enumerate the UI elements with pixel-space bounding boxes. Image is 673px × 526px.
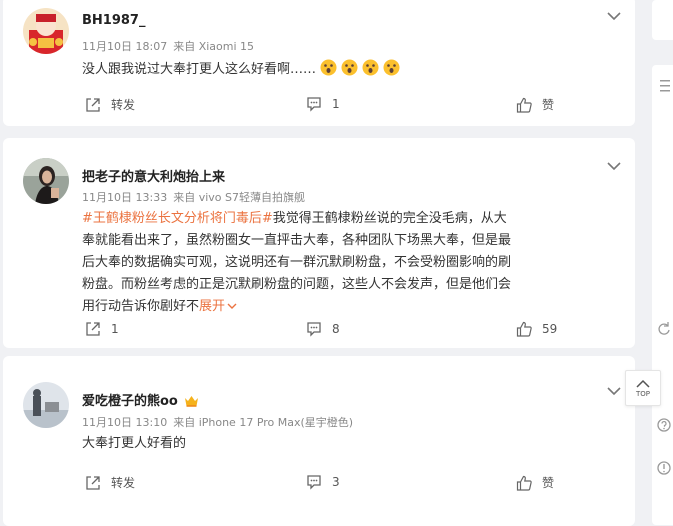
like-button[interactable]: 赞 (516, 474, 554, 491)
post-text: 没人跟我说过大奉打更人这么好看啊…… (82, 59, 512, 81)
action-bar: 转发 3 赞 (3, 474, 635, 494)
menu-icon[interactable] (656, 77, 672, 93)
action-bar: 转发 1 赞 (3, 96, 635, 116)
back-to-top-button[interactable]: TOP (625, 370, 661, 406)
thumbs-up-icon (516, 321, 532, 337)
action-bar: 1 8 59 (3, 321, 635, 341)
post-source: 来自 iPhone 17 Pro Max(星宇橙色) (173, 416, 354, 429)
post-card: 把老子的意大利炮抬上来 11月10日 13:33 来自 vivo S7轻薄自拍旗舰… (3, 138, 635, 348)
author-name-text: 爱吃橙子的熊oo (82, 394, 178, 409)
surprised-face-emoji-icon (362, 59, 379, 76)
avatar[interactable] (23, 8, 69, 54)
more-menu-icon[interactable] (607, 156, 621, 171)
post-time[interactable]: 11月10日 13:33 (82, 191, 167, 204)
avatar[interactable] (23, 158, 69, 204)
surprised-face-emoji-icon (320, 59, 337, 76)
refresh-icon[interactable] (656, 321, 672, 337)
surprised-face-emoji-icon (341, 59, 358, 76)
thumbs-up-icon (516, 475, 532, 491)
post-source: 来自 vivo S7轻薄自拍旗舰 (173, 191, 305, 204)
share-count: 1 (111, 322, 119, 336)
post-card: 爱吃橙子的熊oo 11月10日 13:10 来自 iPhone 17 Pro Ma… (3, 356, 635, 526)
author-name[interactable]: BH1987_ (82, 13, 145, 28)
post-meta: 11月10日 13:10 来自 iPhone 17 Pro Max(星宇橙色) (82, 414, 353, 430)
share-button[interactable]: 转发 (85, 474, 135, 491)
back-to-top-label: TOP (635, 389, 650, 398)
comment-button[interactable]: 8 (306, 321, 340, 337)
feedback-icon[interactable] (656, 460, 672, 476)
chevron-down-icon (227, 303, 237, 309)
like-button[interactable]: 赞 (516, 96, 554, 113)
post-time[interactable]: 11月10日 13:10 (82, 416, 167, 429)
post-body: 没人跟我说过大奉打更人这么好看啊…… (82, 62, 317, 77)
post-card: BH1987_ 11月10日 18:07 来自 Xiaomi 15 没人跟我说过大… (3, 0, 635, 126)
share-button[interactable]: 转发 (85, 96, 135, 113)
comment-count: 8 (332, 322, 340, 336)
like-button[interactable]: 59 (516, 321, 557, 337)
post-text: #王鹤棣粉丝长文分析将门毒后#我觉得王鹤棣粉丝说的完全没毛病，从大奉就能看出来了… (82, 208, 512, 318)
post-meta: 11月10日 13:33 来自 vivo S7轻薄自拍旗舰 (82, 189, 305, 205)
sidebar-panel (652, 65, 673, 525)
comment-count: 1 (332, 97, 340, 111)
arrow-up-icon (636, 379, 650, 388)
post-source: 来自 Xiaomi 15 (173, 40, 255, 53)
comment-icon (307, 475, 321, 490)
comment-button[interactable]: 3 (306, 474, 340, 490)
comment-icon (307, 97, 321, 112)
help-icon[interactable] (656, 417, 672, 433)
crown-badge-icon (184, 394, 199, 411)
more-menu-icon[interactable] (607, 6, 621, 21)
share-label: 转发 (111, 476, 136, 490)
more-menu-icon[interactable] (607, 381, 621, 396)
comment-icon (307, 322, 321, 337)
right-sidebar (652, 0, 673, 525)
post-body: 我觉得王鹤棣粉丝说的完全没毛病，从大奉就能看出来了，虽然粉圈女一直抨击大奉，各种… (82, 211, 512, 314)
post-body: 大奉打更人好看的 (82, 436, 187, 451)
share-icon (86, 97, 100, 112)
like-count: 59 (542, 322, 558, 336)
comment-button[interactable]: 1 (306, 96, 340, 112)
feed: BH1987_ 11月10日 18:07 来自 Xiaomi 15 没人跟我说过大… (0, 0, 638, 526)
hashtag-link[interactable]: #王鹤棣粉丝长文分析将门毒后# (82, 211, 273, 226)
author-name[interactable]: 爱吃橙子的熊oo (82, 390, 199, 411)
share-button[interactable]: 1 (85, 321, 119, 337)
post-meta: 11月10日 18:07 来自 Xiaomi 15 (82, 38, 254, 54)
like-label: 赞 (542, 98, 555, 112)
like-label: 赞 (542, 476, 555, 490)
avatar[interactable] (23, 382, 69, 428)
post-time[interactable]: 11月10日 18:07 (82, 40, 167, 53)
thumbs-up-icon (516, 97, 532, 113)
author-name[interactable]: 把老子的意大利炮抬上来 (82, 166, 225, 185)
share-label: 转发 (111, 98, 136, 112)
comment-count: 3 (332, 475, 340, 489)
post-text: 大奉打更人好看的 (82, 433, 512, 455)
sidebar-panel (652, 0, 673, 40)
share-icon (86, 475, 100, 490)
share-icon (86, 322, 100, 336)
expand-label: 展开 (199, 299, 226, 314)
surprised-face-emoji-icon (383, 59, 400, 76)
expand-link[interactable]: 展开 (199, 299, 237, 314)
